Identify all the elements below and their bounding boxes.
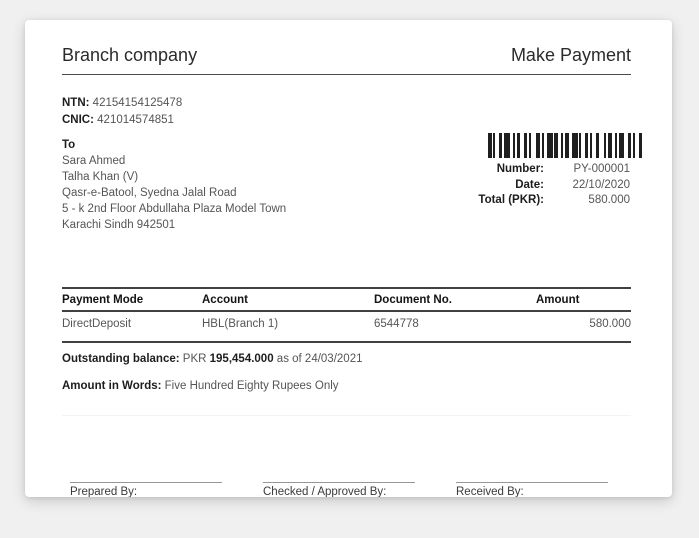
cell-amount: 580.000	[589, 318, 631, 330]
payment-summary: Number: PY-000001 Date: 22/10/2020 Total…	[475, 163, 631, 208]
recipient-name-line: Sara Ahmed	[62, 155, 126, 167]
column-header-document-no: Document No.	[374, 294, 452, 306]
signature-received-by: Received By:	[456, 482, 608, 497]
signature-prepared-by: Prepared By:	[70, 482, 222, 497]
balance-amount: 195,454.000	[209, 353, 274, 365]
amount-in-words-text: Five Hundred Eighty Rupees Only	[164, 380, 339, 392]
amount-in-words: Amount in Words: Five Hundred Eighty Rup…	[62, 380, 631, 392]
signature-section: Prepared By: Checked / Approved By: Rece…	[62, 482, 631, 497]
total-value: 580.000	[588, 194, 630, 206]
summary-row-number: Number: PY-000001	[475, 163, 631, 177]
payment-summary-column: Number: PY-000001 Date: 22/10/2020 Total…	[475, 133, 643, 233]
cell-account: HBL(Branch 1)	[202, 318, 279, 330]
column-header-account: Account	[202, 294, 248, 306]
total-label: Total (PKR):	[478, 194, 544, 206]
recipient-attention-line: Talha Khan (V)	[62, 171, 139, 183]
ntn-value: 42154154125478	[92, 97, 183, 109]
cnic-label: CNIC:	[62, 114, 94, 126]
recipient-block: To Sara Ahmed Talha Khan (V) Qasr-e-Bato…	[62, 137, 286, 233]
ntn-label: NTN:	[62, 97, 90, 109]
ntn-row: NTN: 42154154125478	[62, 96, 286, 111]
company-name: Branch company	[62, 45, 198, 65]
section-divider	[62, 415, 631, 416]
document-info-section: NTN: 42154154125478 CNIC: 421014574851 T…	[62, 96, 643, 233]
balance-as-of: as of 24/03/2021	[276, 353, 363, 365]
signature-label: Prepared By:	[70, 486, 138, 497]
cnic-row: CNIC: 421014574851	[62, 113, 286, 128]
signature-label: Received By:	[456, 486, 524, 497]
table-row: DirectDeposit HBL(Branch 1) 6544778 580.…	[62, 311, 631, 342]
number-label: Number:	[496, 163, 544, 175]
cell-payment-mode: DirectDeposit	[62, 318, 132, 330]
recipient-to-label: To	[62, 139, 76, 151]
cnic-value: 421014574851	[97, 114, 174, 126]
barcode-icon	[488, 133, 643, 158]
signature-label: Checked / Approved By:	[263, 486, 387, 497]
column-header-amount: Amount	[536, 294, 580, 306]
summary-row-date: Date: 22/10/2020	[475, 179, 631, 193]
signature-checked-approved-by: Checked / Approved By:	[263, 482, 415, 497]
recipient-address-line: 5 - k 2nd Floor Abdullaha Plaza Model To…	[62, 203, 287, 215]
date-value: 22/10/2020	[572, 178, 630, 191]
table-header-row: Payment Mode Account Document No. Amount	[62, 288, 631, 311]
amount-in-words-label: Amount in Words:	[62, 380, 162, 392]
outstanding-balance-label: Outstanding balance:	[62, 353, 180, 365]
balance-currency: PKR	[182, 353, 207, 365]
payment-voucher-document: Branch company Make Payment NTN: 4215415…	[25, 20, 672, 497]
payer-recipient-column: NTN: 42154154125478 CNIC: 421014574851 T…	[62, 96, 286, 233]
column-header-payment-mode: Payment Mode	[62, 294, 144, 306]
number-value: PY-000001	[573, 163, 631, 175]
document-title: Make Payment	[510, 45, 631, 65]
summary-row-total: Total (PKR): 580.000	[475, 194, 631, 208]
payments-table: Payment Mode Account Document No. Amount…	[62, 287, 631, 343]
document-header: Branch company Make Payment	[62, 45, 631, 66]
cell-document-no: 6544778	[374, 318, 419, 330]
recipient-address-line: Qasr-e-Batool, Syedna Jalal Road	[62, 187, 237, 199]
recipient-city-line: Karachi Sindh 942501	[62, 219, 176, 231]
date-label: Date:	[515, 178, 544, 191]
header-divider	[62, 74, 631, 75]
outstanding-balance: Outstanding balance: PKR 195,454.000 as …	[62, 353, 631, 365]
